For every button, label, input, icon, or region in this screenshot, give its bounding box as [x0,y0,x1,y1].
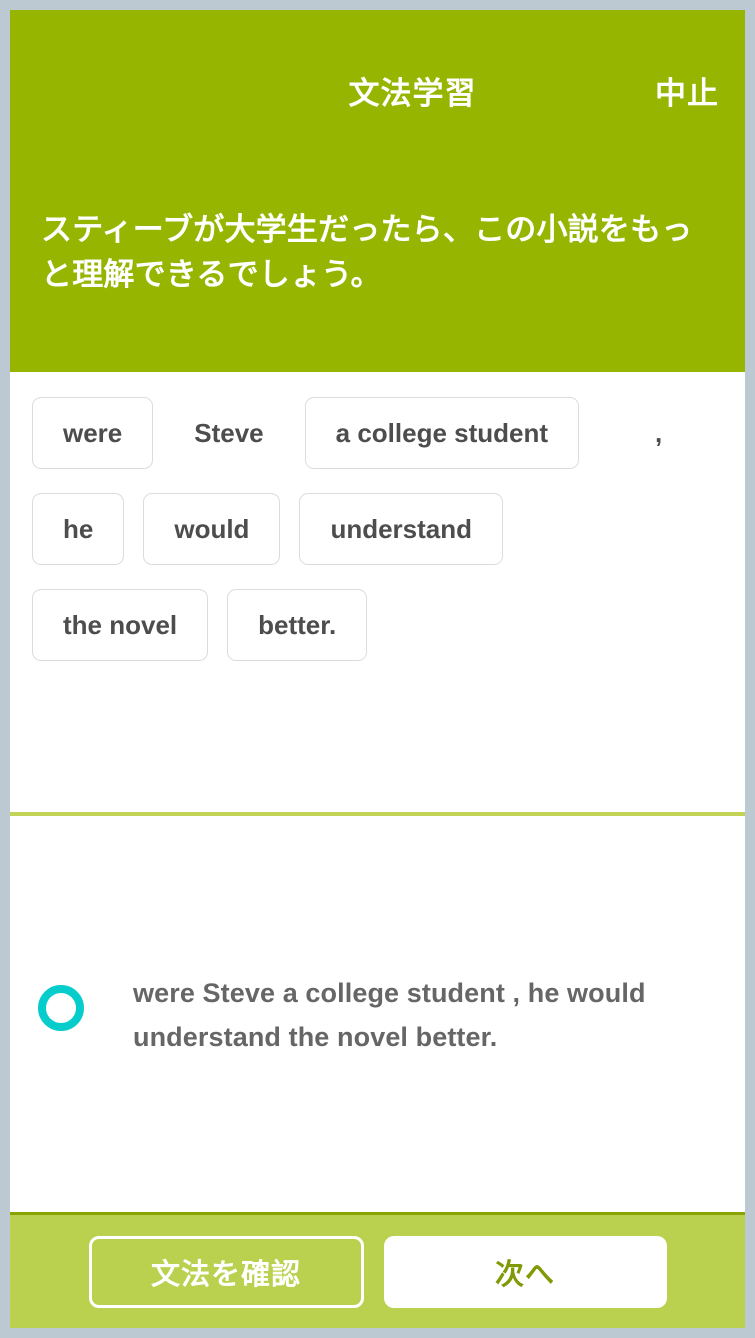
word-tile[interactable]: were [32,397,154,469]
answer-row[interactable]: were Steve a college student , he would … [10,971,745,1059]
word-tile[interactable]: understand [299,493,504,565]
header: 文法学習 中止 スティーブが大学生だったら、この小説をもっと理解できるでしょう。 [10,10,745,372]
word-tile-row: the novel better. [32,585,723,665]
word-tiles-panel: were Steve a college student , he would … [10,372,745,812]
footer-toolbar: 文法を確認 次へ [10,1212,745,1328]
next-button[interactable]: 次へ [383,1235,667,1308]
cancel-button[interactable]: 中止 [655,72,719,116]
page-title: 文法学習 [348,76,477,111]
word-tile-row: he would understand [32,489,723,569]
circle-outline-icon [38,985,84,1031]
word-tile[interactable]: he [32,493,125,565]
answer-panel: were Steve a college student , he would … [10,816,745,1212]
word-tile[interactable]: better. [227,589,368,661]
app-frame: 文法学習 中止 スティーブが大学生だったら、この小説をもっと理解できるでしょう。… [10,10,745,1328]
japanese-prompt-text: スティーブが大学生だったら、この小説をもっと理解できるでしょう。 [41,212,693,292]
placed-punctuation: , [655,417,663,448]
check-grammar-button[interactable]: 文法を確認 [88,1235,364,1308]
header-bar: 文法学習 中止 [10,72,745,126]
word-tile[interactable]: a college student [304,397,580,469]
answer-sentence: were Steve a college student , he would … [133,978,646,1052]
word-tile[interactable]: the novel [32,589,209,661]
word-tile[interactable]: would [143,493,281,565]
word-tile-row: were Steve a college student , [32,393,723,473]
placed-word: Steve [194,417,264,448]
